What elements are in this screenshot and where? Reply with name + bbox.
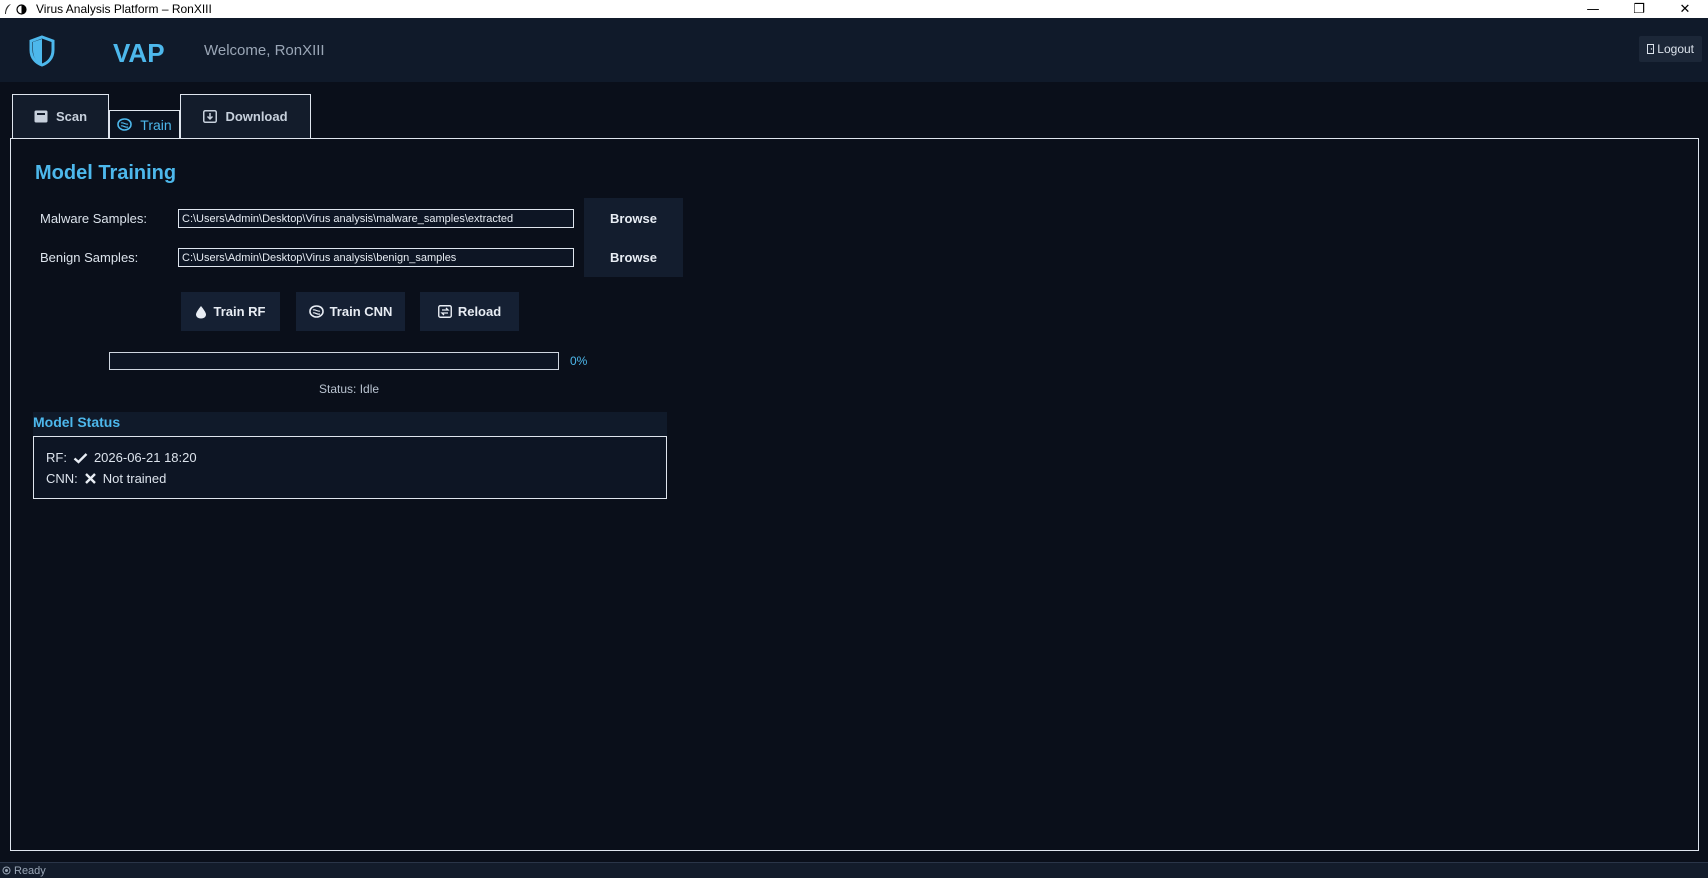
- minimize-button[interactable]: —: [1570, 0, 1616, 18]
- train-cnn-label: Train CNN: [329, 304, 393, 319]
- rf-value: 2026-06-21 18:20: [93, 450, 197, 465]
- window-title: Virus Analysis Platform – RonXIII: [36, 2, 212, 16]
- checkmark-icon: [73, 452, 88, 464]
- training-status: Status: Idle: [319, 382, 380, 396]
- cross-icon: [84, 473, 96, 484]
- door-icon: [1647, 44, 1655, 54]
- reload-icon: [437, 305, 452, 318]
- model-status-header: [33, 412, 667, 436]
- app-icons: [0, 3, 36, 15]
- benign-path-input[interactable]: [178, 248, 574, 267]
- status-indicator-icon: [2, 866, 11, 875]
- download-icon: [203, 110, 218, 123]
- tab-download-label: Download: [225, 109, 288, 124]
- brain-icon: [117, 118, 133, 131]
- brain-icon: [308, 305, 324, 318]
- window-controls: — ❐ ✕: [1570, 0, 1708, 18]
- cnn-label: CNN:: [46, 471, 78, 486]
- train-cnn-button[interactable]: Train CNN: [296, 292, 405, 331]
- close-button[interactable]: ✕: [1662, 0, 1708, 18]
- reload-label: Reload: [457, 304, 502, 319]
- page-title: Model Training: [35, 162, 177, 184]
- logout-label: Logout: [1657, 42, 1694, 56]
- shield-icon: [29, 35, 55, 67]
- tab-train-label: Train: [140, 116, 172, 133]
- logout-button[interactable]: Logout: [1639, 36, 1702, 62]
- browse-malware-button[interactable]: Browse: [584, 199, 683, 238]
- progress-percent: 0%: [570, 354, 588, 368]
- tab-scan-label: Scan: [55, 109, 88, 124]
- archive-box-icon: [34, 110, 48, 123]
- app-header: VAP Welcome, RonXIII Logout: [0, 18, 1708, 82]
- statusbar: Ready: [0, 862, 1708, 878]
- statusbar-text: Ready: [14, 864, 46, 877]
- benign-samples-label: Benign Samples:: [40, 250, 139, 265]
- model-status-title: Model Status: [33, 414, 121, 430]
- brand-title: VAP: [113, 38, 165, 68]
- tab-download[interactable]: Download: [180, 94, 311, 138]
- browse-benign-button[interactable]: Browse: [584, 238, 683, 277]
- droplet-icon: [196, 305, 207, 318]
- cnn-value: Not trained: [102, 471, 167, 486]
- welcome-text: Welcome, RonXIII: [204, 42, 325, 59]
- feather-icon: [5, 4, 11, 14]
- model-status-box: [33, 436, 667, 499]
- rf-label: RF:: [46, 450, 67, 465]
- reload-button[interactable]: Reload: [420, 292, 519, 331]
- train-rf-button[interactable]: Train RF: [181, 292, 280, 331]
- restore-button[interactable]: ❐: [1616, 0, 1662, 18]
- tab-train[interactable]: Train: [109, 110, 180, 138]
- malware-samples-label: Malware Samples:: [40, 211, 147, 226]
- train-rf-label: Train RF: [213, 304, 266, 319]
- training-progress-bar: [109, 352, 559, 370]
- os-titlebar: Virus Analysis Platform – RonXIII — ❐ ✕: [0, 0, 1708, 18]
- malware-path-input[interactable]: [178, 209, 574, 228]
- cnn-status-row: CNN: Not trained: [46, 471, 166, 486]
- tab-scan[interactable]: Scan: [12, 94, 109, 138]
- rf-status-row: RF: 2026-06-21 18:20: [46, 450, 197, 465]
- half-circle-icon: [16, 3, 27, 15]
